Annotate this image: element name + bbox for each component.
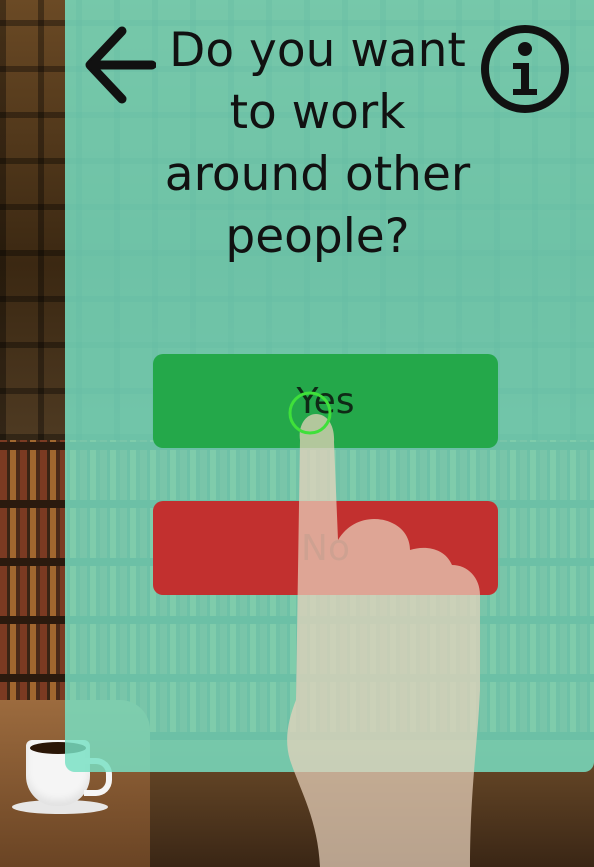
yes-button[interactable]: Yes — [153, 354, 498, 448]
info-button[interactable] — [478, 22, 572, 116]
info-icon — [481, 25, 569, 113]
no-button[interactable]: No — [153, 501, 498, 595]
question-title: Do you want to work around other people? — [164, 23, 471, 264]
